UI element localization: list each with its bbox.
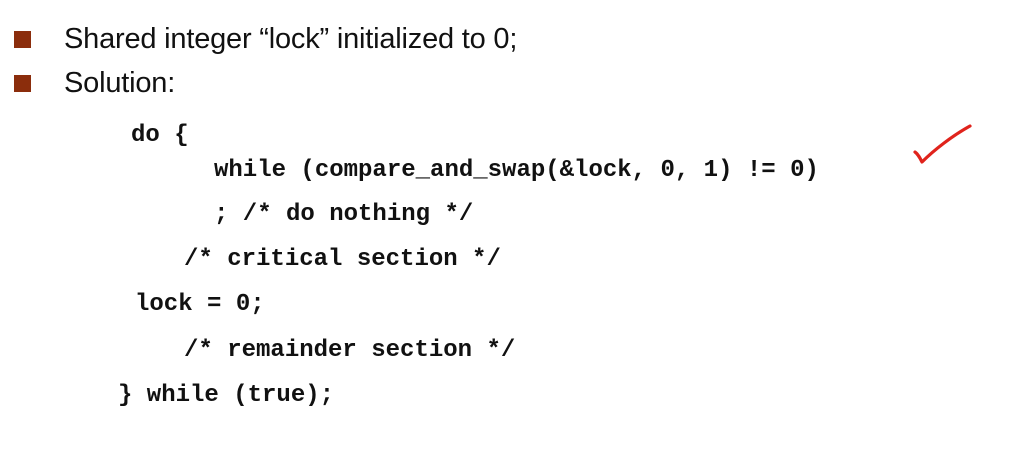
code-line-remainder-section: /* remainder section */ [184, 337, 516, 364]
code-line-do: do { [131, 122, 189, 149]
bullet-text: Solution: [64, 66, 176, 99]
bullet-square-icon [14, 30, 31, 48]
code-line-while-cas: while (compare_and_swap(&lock, 0, 1) != … [214, 157, 819, 184]
checkmark-icon [913, 124, 972, 164]
code-line-unlock: lock = 0; [135, 291, 265, 318]
bullet-item: Solution: [14, 66, 175, 100]
code-line-do-nothing: ; /* do nothing */ [214, 201, 474, 228]
bullet-item: Shared integer “lock” initialized to 0; [14, 22, 517, 56]
bullet-square-icon [14, 74, 31, 92]
slide: Shared integer “lock” initialized to 0; … [0, 0, 1023, 462]
code-line-while-true: } while (true); [118, 382, 335, 409]
bullet-text: Shared integer “lock” initialized to 0; [64, 22, 518, 55]
code-line-critical-section: /* critical section */ [184, 246, 501, 273]
